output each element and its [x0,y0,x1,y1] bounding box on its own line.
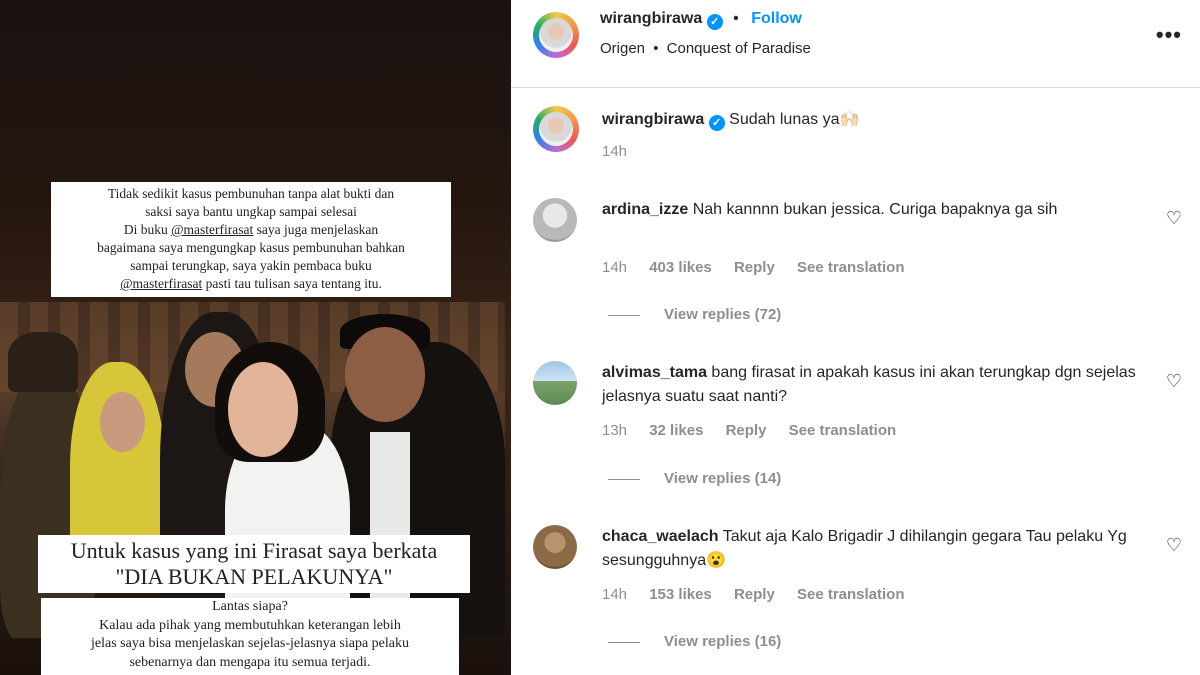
verified-icon: ✓ [706,14,723,30]
comment-meta: 13h 32 likes Reply See translation [602,422,914,439]
audio-track: Conquest of Paradise [666,40,811,57]
comment-time[interactable]: 14h [602,586,627,603]
avatar[interactable] [533,361,577,405]
view-replies-label: View replies (16) [664,633,782,650]
username[interactable]: alvimas_tama [602,364,707,381]
avatar[interactable] [533,198,577,242]
like-heart-icon[interactable]: ♡ [1164,208,1184,228]
caption-text: pasti tau tulisan saya tentang itu. [202,276,382,291]
caption-middle: Untuk kasus yang ini Firasat saya berkat… [38,535,470,593]
officer-cap [8,332,78,392]
comment-meta: 14h [602,143,645,160]
face [228,362,298,457]
face [100,392,145,452]
see-translation-button[interactable]: See translation [789,422,897,439]
avatar[interactable] [533,106,579,152]
caption-top-line: Di buku @masterfirasat saya juga menjela… [59,221,443,239]
likes-count[interactable]: 403 likes [649,259,712,276]
caption-top-line: bagaimana saya mengungkap kasus pembunuh… [97,240,405,255]
separator-dot: • [653,40,659,57]
replies-divider [608,641,640,643]
caption-bottom-line: jelas saya bisa menjelaskan sejelas-jela… [91,636,409,651]
avatar[interactable] [533,12,579,58]
header-name-row: wirangbirawa ✓ • Follow [600,10,802,30]
comment-meta: 14h 403 likes Reply See translation [602,259,923,276]
caption-bottom-line: sebenarnya dan mengapa itu semua terjadi… [129,654,371,670]
comment-body: ardina_izze Nah kannnn bukan jessica. Cu… [602,198,1142,222]
post-header: wirangbirawa ✓ • Follow Origen • Conques… [511,0,1200,88]
reply-button[interactable]: Reply [734,586,775,603]
post-media[interactable]: Tidak sedikit kasus pembunuhan tanpa ala… [0,0,511,675]
follow-button[interactable]: Follow [751,10,802,27]
replies-divider [608,314,640,316]
caption-top-line: @masterfirasat pasti tau tulisan saya te… [59,275,443,293]
username[interactable]: wirangbirawa [602,111,704,128]
reply-button[interactable]: Reply [726,422,767,439]
comment-text: Nah kannnn bukan jessica. Curiga bapakny… [692,201,1058,218]
comment-time[interactable]: 13h [602,422,627,439]
username[interactable]: ardina_izze [602,201,688,218]
audio-artist: Origen [600,40,646,57]
comment-meta: 14h 153 likes Reply See translation [602,586,923,603]
verified-icon: ✓ [708,115,725,131]
caption-top: Tidak sedikit kasus pembunuhan tanpa ala… [51,182,451,297]
view-replies-label: View replies (14) [664,470,782,487]
separator-dot: • [733,10,739,27]
username[interactable]: chaca_waelach [602,528,719,545]
more-options-icon[interactable]: ••• [1156,22,1182,48]
comment-text: Sudah lunas ya🙌🏻 [729,111,860,128]
caption-top-line: Tidak sedikit kasus pembunuhan tanpa ala… [107,186,395,201]
caption-bottom: Lantas siapa? Kalau ada pihak yang membu… [41,598,459,675]
caption-text: saya juga menjelaskan [253,222,379,237]
like-heart-icon[interactable]: ♡ [1164,535,1184,555]
see-translation-button[interactable]: See translation [797,586,905,603]
comment-body: alvimas_tama bang firasat in apakah kasu… [602,361,1142,409]
face [345,327,425,422]
view-replies-button[interactable]: View replies (14) [608,470,781,487]
comment-time[interactable]: 14h [602,143,627,160]
caption-mid-line: "DIA BUKAN PELAKUNYA" [115,564,393,589]
comment-time[interactable]: 14h [602,259,627,276]
comments-panel: wirangbirawa ✓ • Follow Origen • Conques… [511,0,1200,675]
comment-body: wirangbirawa ✓ Sudah lunas ya🙌🏻 [602,108,1142,132]
mention-tag: @masterfirasat [120,276,203,291]
reply-button[interactable]: Reply [734,259,775,276]
like-heart-icon[interactable]: ♡ [1164,371,1184,391]
mention-tag: @masterfirasat [171,222,254,237]
caption-bottom-line: Kalau ada pihak yang membutuhkan keteran… [99,617,401,633]
view-replies-button[interactable]: View replies (72) [608,306,781,323]
caption-bottom-line: Lantas siapa? [212,599,288,614]
likes-count[interactable]: 32 likes [649,422,703,439]
avatar[interactable] [533,525,577,569]
replies-divider [608,478,640,480]
likes-count[interactable]: 153 likes [649,586,712,603]
see-translation-button[interactable]: See translation [797,259,905,276]
caption-top-line: saksi saya bantu ungkap sampai selesai [145,204,357,219]
audio-info[interactable]: Origen • Conquest of Paradise [600,40,811,57]
caption-text: Di buku [123,222,172,237]
view-replies-button[interactable]: View replies (16) [608,633,781,650]
caption-top-line: sampai terungkap, saya yakin pembaca buk… [130,258,372,273]
comment-body: chaca_waelach Takut aja Kalo Brigadir J … [602,525,1142,573]
view-replies-label: View replies (72) [664,306,782,323]
caption-mid-line: Untuk kasus yang ini Firasat saya berkat… [70,538,438,563]
username[interactable]: wirangbirawa [600,10,702,27]
